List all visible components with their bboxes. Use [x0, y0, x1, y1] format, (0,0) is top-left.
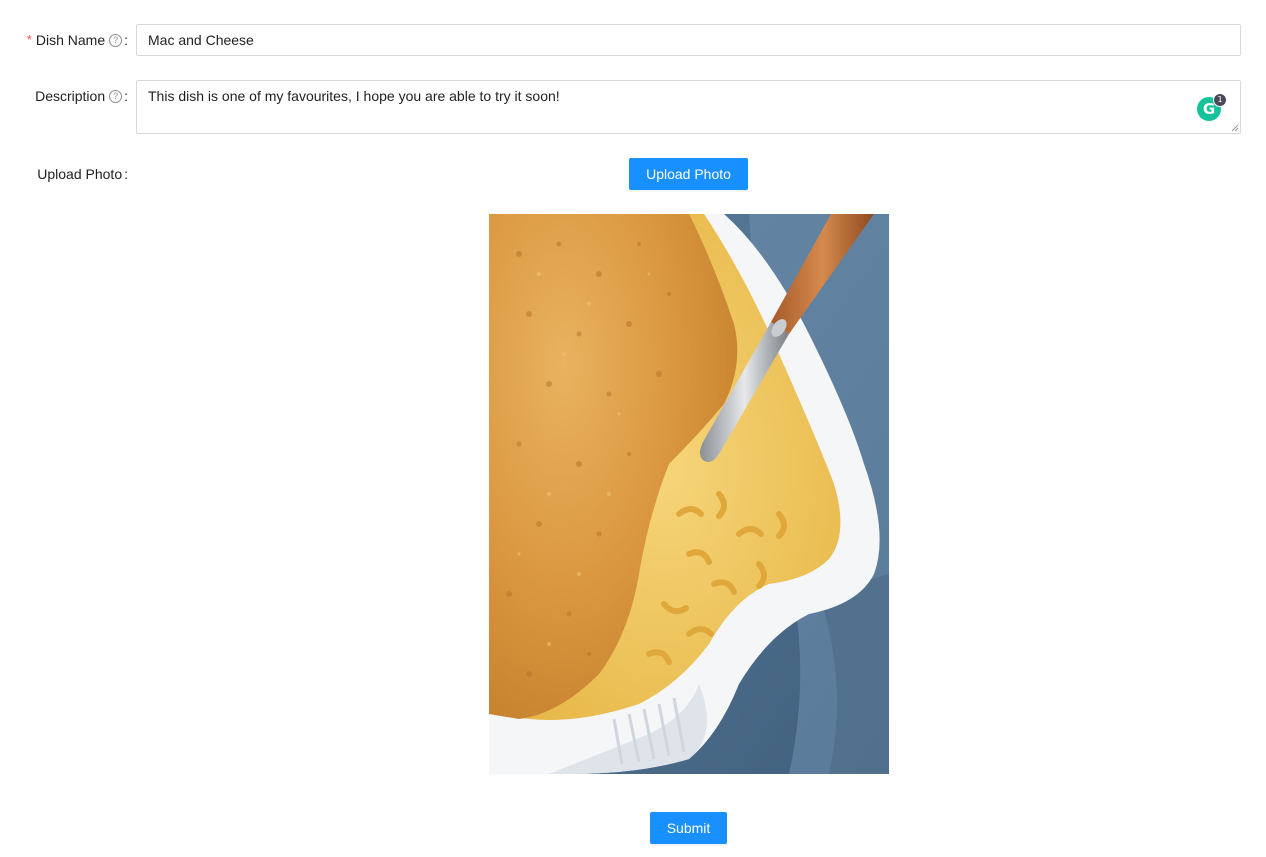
label-colon: : [124, 88, 128, 104]
label-colon: : [124, 32, 128, 48]
dish-name-input[interactable] [136, 24, 1241, 56]
upload-photo-button[interactable]: Upload Photo [629, 158, 748, 190]
dish-name-label: * Dish Name ? : [27, 24, 128, 56]
description-label-text: Description [35, 88, 106, 104]
dish-name-label-text: Dish Name [35, 32, 106, 48]
upload-photo-label-text: Upload Photo [37, 166, 123, 182]
label-colon: : [124, 166, 128, 182]
description-textarea[interactable]: This dish is one of my favourites, I hop… [136, 80, 1241, 134]
upload-photo-label: Upload Photo : [37, 158, 128, 190]
resize-handle-icon[interactable] [1231, 124, 1239, 132]
required-mark: * [26, 31, 32, 47]
submit-button[interactable]: Submit [650, 812, 727, 844]
dish-form: * Dish Name ? : Description ? : This dis… [0, 0, 1266, 857]
grammarly-badge: 1 [1213, 93, 1227, 107]
question-circle-icon[interactable]: ? [109, 89, 123, 103]
description-label: Description ? : [35, 80, 128, 112]
question-circle-icon[interactable]: ? [109, 33, 123, 47]
dish-photo [489, 214, 889, 774]
